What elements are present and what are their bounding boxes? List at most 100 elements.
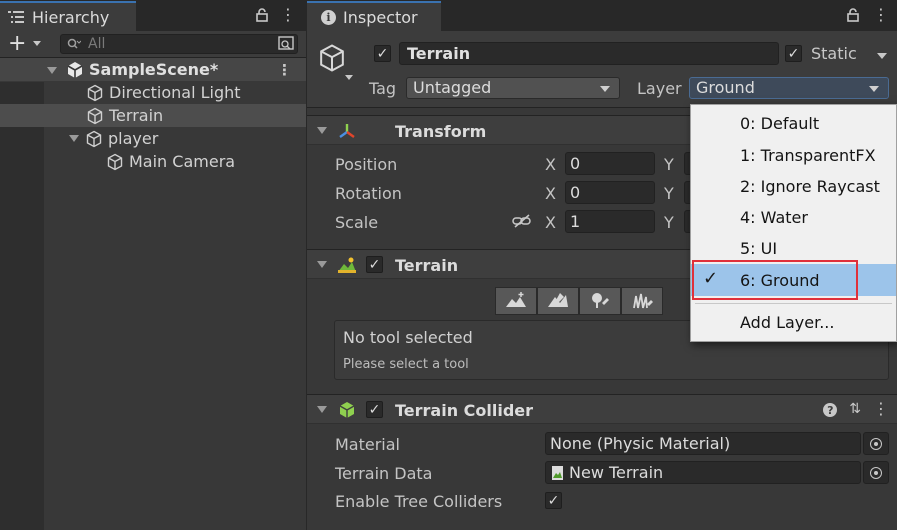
hierarchy-item-terrain[interactable]: Terrain (0, 104, 306, 127)
layer-dropdown-menu: 0: Default 1: TransparentFX 2: Ignore Ra… (690, 104, 897, 342)
info-icon: i (321, 9, 336, 25)
hierarchy-item-label: player (108, 129, 159, 148)
static-label: Static (811, 44, 857, 63)
fold-arrow-icon[interactable] (317, 261, 327, 268)
terrain-details-tool-button[interactable] (621, 287, 663, 315)
rotation-x-label[interactable]: X (545, 184, 556, 203)
terrain-icon (338, 257, 356, 273)
component-kebab-menu-icon[interactable]: ⋮ (873, 399, 889, 418)
constrain-proportions-link-icon[interactable] (512, 213, 532, 229)
tag-dropdown[interactable]: Untagged (406, 77, 620, 99)
hierarchy-item-label: Terrain (109, 106, 164, 125)
terrain-paint-tool-button[interactable] (537, 287, 579, 315)
kebab-menu-icon[interactable]: ⋮ (873, 5, 889, 24)
scene-search-icon[interactable] (277, 36, 295, 52)
layer-dropdown[interactable]: Ground (689, 77, 889, 99)
scale-x-label[interactable]: X (545, 213, 556, 232)
preset-sliders-icon[interactable]: ⇅ (849, 401, 861, 418)
terrain-title: Terrain (395, 256, 459, 275)
fold-arrow-icon[interactable] (47, 66, 57, 74)
list-icon (8, 11, 24, 23)
tool-hint-text: Please select a tool (343, 357, 469, 372)
terrain-enabled-checkbox[interactable]: ✓ (366, 256, 383, 273)
material-object-field[interactable]: None (Physic Material) (545, 432, 861, 455)
fold-arrow-icon[interactable] (69, 135, 79, 142)
menu-separator (695, 303, 892, 304)
rotation-x-input[interactable]: 0 (565, 181, 655, 204)
unity-scene-icon (67, 61, 83, 78)
static-dropdown-arrow[interactable] (877, 53, 887, 59)
terrain-collider-enabled-checkbox[interactable]: ✓ (366, 401, 383, 418)
transform-title: Transform (395, 122, 487, 141)
gameobject-cube-icon (107, 153, 123, 170)
terrain-trees-tool-button[interactable] (579, 287, 621, 315)
transform-axes-icon (339, 124, 355, 138)
hierarchy-item-label: Directional Light (109, 83, 241, 102)
hierarchy-item-label: Main Camera (129, 152, 236, 171)
gameobject-cube-icon (87, 107, 103, 124)
tag-value: Untagged (413, 78, 492, 97)
chevron-down-icon[interactable] (33, 41, 41, 46)
chevron-down-icon (600, 86, 610, 92)
search-placeholder: All (88, 36, 106, 52)
position-x-label[interactable]: X (545, 155, 556, 174)
enable-tree-colliders-checkbox[interactable]: ✓ (545, 492, 562, 509)
scale-x-input[interactable]: 1 (565, 210, 655, 233)
terrain-data-label: Terrain Data (335, 464, 433, 483)
object-picker-icon (870, 466, 882, 479)
gameobject-cube-icon[interactable] (317, 43, 347, 73)
hierarchy-panel: Hierarchy ⋮ + All SampleScene* ⋮ Directi… (0, 0, 306, 530)
hierarchy-item-player[interactable]: player (0, 127, 306, 150)
add-layer-menu-item[interactable]: Add Layer... (691, 306, 896, 338)
material-label: Material (335, 435, 400, 454)
terrain-collider-component-header[interactable]: ✓ Terrain Collider ? ⇅ ⋮ (307, 394, 897, 424)
hierarchy-tabbar: Hierarchy ⋮ (0, 0, 306, 31)
terrain-data-object-field[interactable]: New Terrain (545, 461, 861, 484)
lock-icon[interactable] (847, 8, 859, 22)
terrain-raise-lower-tool-button[interactable] (495, 287, 537, 315)
hierarchy-tab-label: Hierarchy (32, 7, 110, 27)
position-label: Position (335, 155, 398, 174)
object-header: ✓ Terrain ✓ Static Tag Untagged Layer Gr… (307, 31, 897, 108)
hierarchy-search-input[interactable]: All (60, 34, 298, 54)
terrain-data-picker-button[interactable] (863, 461, 889, 484)
enable-tree-colliders-label: Enable Tree Colliders (335, 492, 503, 511)
hierarchy-item-samplescene[interactable]: SampleScene* ⋮ (0, 58, 306, 81)
raise-terrain-icon (506, 292, 526, 307)
rotation-y-label[interactable]: Y (664, 184, 674, 203)
search-icon (67, 38, 81, 49)
hierarchy-toolbar: + All (0, 31, 306, 58)
kebab-menu-icon[interactable]: ⋮ (280, 5, 296, 24)
hierarchy-item-main-camera[interactable]: Main Camera (0, 150, 306, 173)
grass-brush-icon (633, 293, 653, 309)
object-name-input[interactable]: Terrain (399, 42, 779, 65)
collider-cube-icon (339, 402, 355, 418)
add-object-button[interactable]: + (8, 32, 26, 56)
material-picker-button[interactable] (863, 432, 889, 455)
object-picker-icon (870, 437, 882, 450)
material-value: None (Physic Material) (550, 434, 731, 453)
inspector-tab[interactable]: i Inspector (307, 1, 441, 31)
position-x-input[interactable]: 0 (565, 152, 655, 175)
tag-label: Tag (369, 79, 397, 98)
layer-option-transparentfx[interactable]: 1: TransparentFX (691, 139, 896, 171)
inspector-tabbar: i Inspector ⋮ (307, 0, 897, 31)
component-tools: ? ⇅ ⋮ (823, 399, 889, 418)
gameobject-cube-icon (86, 130, 102, 147)
chevron-down-icon[interactable] (345, 75, 353, 80)
terrain-collider-title: Terrain Collider (395, 401, 534, 420)
layer-option-water[interactable]: 4: Water (691, 201, 896, 233)
fold-arrow-icon[interactable] (317, 127, 327, 134)
fold-arrow-icon[interactable] (317, 406, 327, 413)
hierarchy-item-directional-light[interactable]: Directional Light (0, 81, 306, 104)
layer-option-ignore-raycast[interactable]: 2: Ignore Raycast (691, 170, 896, 202)
scale-y-label[interactable]: Y (664, 213, 674, 232)
object-active-checkbox[interactable]: ✓ (374, 45, 391, 62)
position-y-label[interactable]: Y (664, 155, 674, 174)
lock-icon[interactable] (256, 8, 268, 22)
help-icon[interactable]: ? (823, 403, 838, 417)
layer-option-default[interactable]: 0: Default (691, 107, 896, 139)
static-checkbox[interactable]: ✓ (785, 45, 802, 62)
hierarchy-tab[interactable]: Hierarchy (0, 1, 136, 31)
scene-kebab-menu-icon[interactable]: ⋮ (277, 61, 292, 79)
